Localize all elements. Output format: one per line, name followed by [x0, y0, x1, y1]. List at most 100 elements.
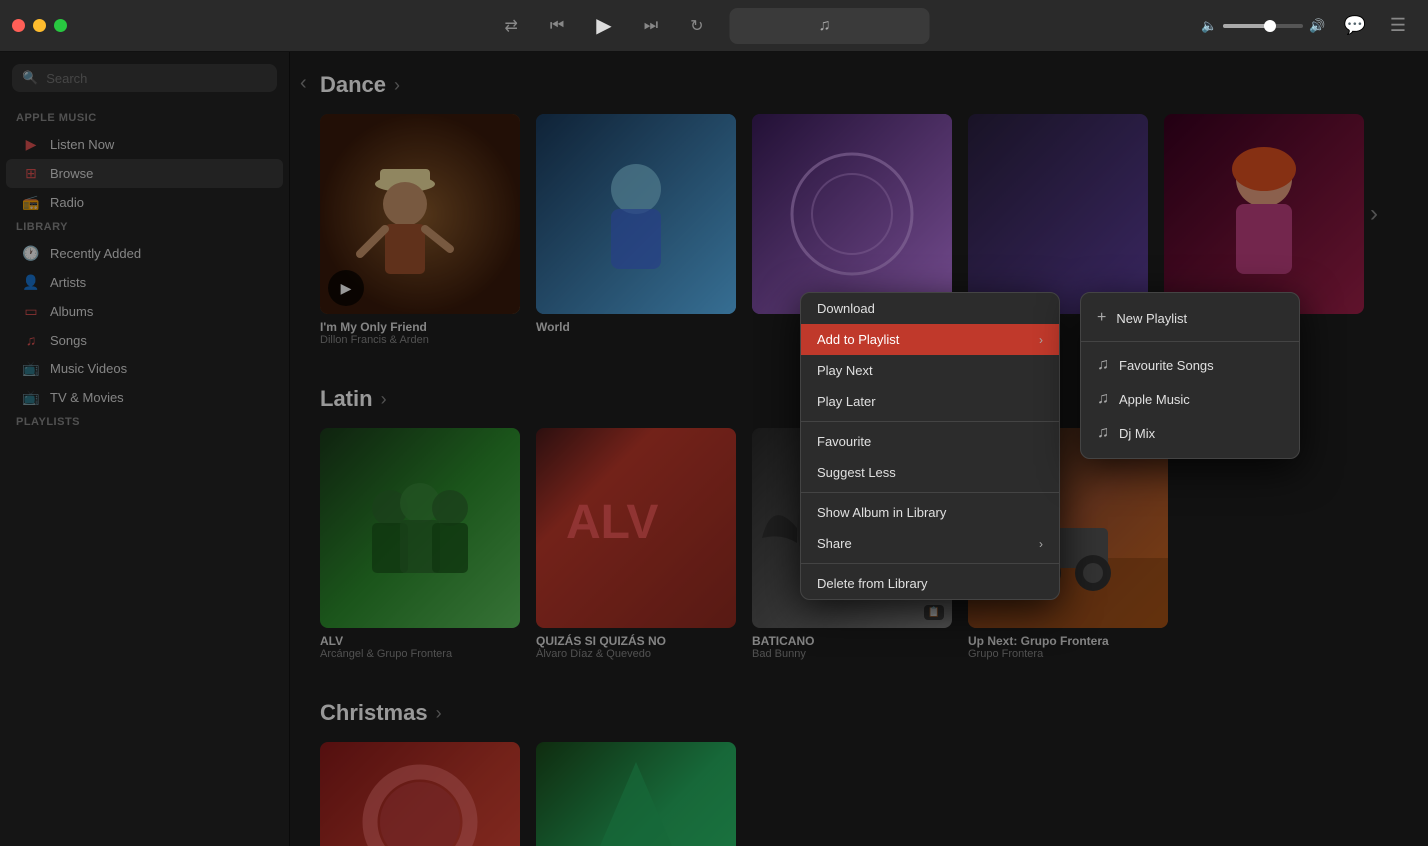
album-thumb-latin-2: ALV	[536, 428, 736, 628]
album-name-latin-4: Up Next: Grupo Frontera	[968, 634, 1168, 648]
album-name-latin-2: QUIZÁS SI QUIZÁS NO	[536, 634, 736, 648]
ctx-favourite[interactable]: Favourite	[801, 426, 1059, 457]
volume-slider[interactable]: 🔈 🔊	[1201, 18, 1325, 34]
ctx-download[interactable]: Download	[801, 293, 1059, 324]
sub-new-playlist-label: New Playlist	[1116, 311, 1187, 326]
context-menu: Download Add to Playlist › Play Next Pla…	[800, 292, 1060, 600]
ctx-play-next-label: Play Next	[817, 363, 873, 378]
titlebar-right: 🔈 🔊 💬 ☰	[1201, 11, 1412, 40]
volume-low-icon: 🔈	[1201, 18, 1217, 34]
sub-favourite-songs-icon: ♫	[1097, 356, 1109, 374]
sidebar-item-radio[interactable]: 📻 Radio	[6, 188, 283, 217]
album-thumb-dance-1: ▶	[320, 114, 520, 314]
main-layout: 🔍 Apple Music ▶ Listen Now ⊞ Browse 📻 Ra…	[0, 52, 1428, 846]
search-input[interactable]	[46, 71, 267, 86]
sidebar-item-recently-added[interactable]: 🕐 Recently Added	[6, 239, 283, 268]
sidebar-item-tv-movies[interactable]: 📺 TV & Movies	[6, 383, 283, 412]
browse-icon: ⊞	[22, 165, 40, 182]
sidebar: 🔍 Apple Music ▶ Listen Now ⊞ Browse 📻 Ra…	[0, 52, 290, 846]
ctx-play-later[interactable]: Play Later	[801, 386, 1059, 417]
sidebar-item-browse[interactable]: ⊞ Browse	[6, 159, 283, 188]
latin-section-title: Latin	[320, 386, 373, 412]
sub-apple-music[interactable]: ♫ Apple Music	[1081, 382, 1299, 416]
minimize-button[interactable]	[33, 19, 46, 32]
sub-favourite-songs[interactable]: ♫ Favourite Songs	[1081, 348, 1299, 382]
ctx-delete[interactable]: Delete from Library	[801, 568, 1059, 599]
album-artist-latin-4: Grupo Frontera	[968, 648, 1168, 660]
close-button[interactable]	[12, 19, 25, 32]
search-bar[interactable]: 🔍	[12, 64, 277, 92]
ctx-share[interactable]: Share ›	[801, 528, 1059, 559]
play-button[interactable]: ▶	[590, 9, 617, 42]
ctx-divider-1	[801, 421, 1059, 422]
ctx-download-label: Download	[817, 301, 875, 316]
album-latin-2[interactable]: ALV QUIZÁS SI QUIZÁS NO Álvaro Díaz & Qu…	[536, 428, 736, 660]
album-xmas-1[interactable]	[320, 742, 520, 846]
content-area: ‹ Dance ›	[290, 52, 1428, 846]
back-button[interactable]: ‹	[300, 72, 307, 95]
ctx-favourite-label: Favourite	[817, 434, 871, 449]
sidebar-item-label: Recently Added	[50, 246, 141, 261]
album-artist-latin-2: Álvaro Díaz & Quevedo	[536, 648, 736, 660]
christmas-section-arrow[interactable]: ›	[436, 703, 442, 724]
radio-icon: 📻	[22, 194, 40, 211]
album-dance-2[interactable]: World	[536, 114, 736, 334]
sidebar-item-music-videos[interactable]: 📺 Music Videos	[6, 354, 283, 383]
album-dance-1[interactable]: ▶ I'm My Only Friend Dillon Francis & Ar…	[320, 114, 520, 346]
sidebar-item-label: Music Videos	[50, 361, 127, 376]
album-thumb-xmas-1	[320, 742, 520, 846]
svg-text:ALV: ALV	[566, 496, 658, 549]
christmas-section-title: Christmas	[320, 700, 428, 726]
dance-section-title: Dance	[320, 72, 386, 98]
repeat-button[interactable]: ↻	[684, 12, 709, 40]
ctx-delete-label: Delete from Library	[817, 576, 928, 591]
songs-icon: ♫	[22, 332, 40, 348]
album-xmas-2[interactable]	[536, 742, 736, 846]
sub-dj-mix[interactable]: ♫ Dj Mix	[1081, 416, 1299, 450]
sub-apple-music-icon: ♫	[1097, 390, 1109, 408]
album-latin-1[interactable]: ALV Arcángel & Grupo Frontera	[320, 428, 520, 660]
album-thumb-dance-3	[752, 114, 952, 314]
album-artist-dance-1: Dillon Francis & Arden	[320, 334, 520, 346]
listen-now-icon: ▶	[22, 136, 40, 153]
maximize-button[interactable]	[54, 19, 67, 32]
ctx-add-to-playlist[interactable]: Add to Playlist ›	[801, 324, 1059, 355]
sub-dj-mix-icon: ♫	[1097, 424, 1109, 442]
ctx-suggest-less[interactable]: Suggest Less	[801, 457, 1059, 488]
latin-section-arrow[interactable]: ›	[381, 389, 387, 410]
traffic-lights	[12, 19, 67, 32]
dance-section-arrow[interactable]: ›	[394, 75, 400, 96]
prev-button[interactable]: ⏮	[544, 13, 570, 39]
next-button[interactable]: ⏭	[638, 13, 664, 39]
dance-nav-arrow[interactable]: ›	[1370, 200, 1378, 228]
sidebar-item-listen-now[interactable]: ▶ Listen Now	[6, 130, 283, 159]
album-dance-3[interactable]	[752, 114, 952, 320]
shuffle-button[interactable]: ⇄	[498, 12, 523, 40]
album-dance-4-partial[interactable]	[968, 114, 1148, 320]
sub-new-playlist-icon: +	[1097, 309, 1106, 327]
ctx-play-later-label: Play Later	[817, 394, 876, 409]
play-overlay-dance-1[interactable]: ▶	[328, 270, 364, 306]
titlebar: ⇄ ⏮ ▶ ⏭ ↻ ♫ 🔈 🔊 💬 ☰	[0, 0, 1428, 52]
recently-added-icon: 🕐	[22, 245, 40, 262]
music-videos-icon: 📺	[22, 360, 40, 377]
sub-favourite-songs-label: Favourite Songs	[1119, 358, 1214, 373]
christmas-albums	[320, 742, 1398, 846]
christmas-section-header: Christmas ›	[320, 700, 1398, 726]
sidebar-item-label: Artists	[50, 275, 86, 290]
christmas-section: Christmas ›	[320, 700, 1398, 846]
sidebar-item-songs[interactable]: ♫ Songs	[6, 326, 283, 354]
ctx-divider-2	[801, 492, 1059, 493]
queue-button[interactable]: ☰	[1384, 11, 1412, 40]
ctx-show-album[interactable]: Show Album in Library	[801, 497, 1059, 528]
volume-knob	[1264, 20, 1276, 32]
lyrics-button[interactable]: 💬	[1337, 11, 1371, 40]
sidebar-item-albums[interactable]: ▭ Albums	[6, 297, 283, 326]
sidebar-item-label: Radio	[50, 195, 84, 210]
ctx-play-next[interactable]: Play Next	[801, 355, 1059, 386]
sidebar-item-artists[interactable]: 👤 Artists	[6, 268, 283, 297]
dance-section-header: Dance ›	[320, 72, 1398, 98]
sidebar-section-library: Library	[0, 217, 289, 239]
sub-new-playlist[interactable]: + New Playlist	[1081, 301, 1299, 335]
album-thumb-latin-1	[320, 428, 520, 628]
